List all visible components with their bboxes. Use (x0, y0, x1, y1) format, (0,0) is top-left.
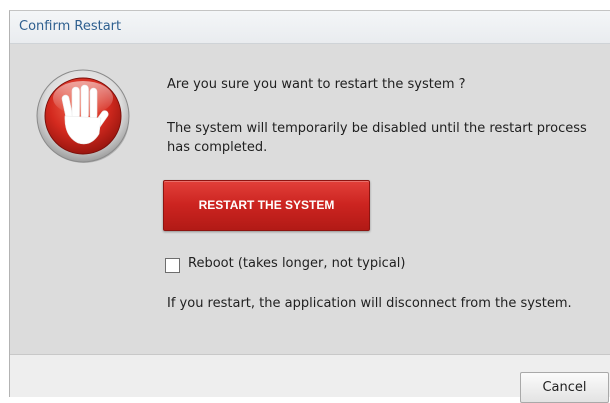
dialog-title: Confirm Restart (19, 19, 122, 34)
reboot-checkbox[interactable] (165, 258, 180, 273)
cancel-button[interactable]: Cancel (520, 372, 609, 403)
stop-hand-icon (36, 69, 130, 163)
reboot-checkbox-label[interactable]: Reboot (takes longer, not typical) (188, 256, 405, 271)
restart-system-button[interactable]: RESTART THE SYSTEM (163, 180, 370, 231)
restart-warning: The system will temporarily be disabled … (167, 121, 587, 155)
restart-question: Are you sure you want to restart the sys… (167, 77, 466, 92)
confirm-restart-dialog: Confirm Restart Are you sure you want to… (9, 10, 610, 403)
dialog-titlebar: Confirm Restart (10, 11, 610, 44)
dialog-footer: Cancel (10, 355, 610, 403)
disconnect-note: If you restart, the application will dis… (167, 296, 572, 311)
dialog-content: Are you sure you want to restart the sys… (10, 44, 610, 355)
